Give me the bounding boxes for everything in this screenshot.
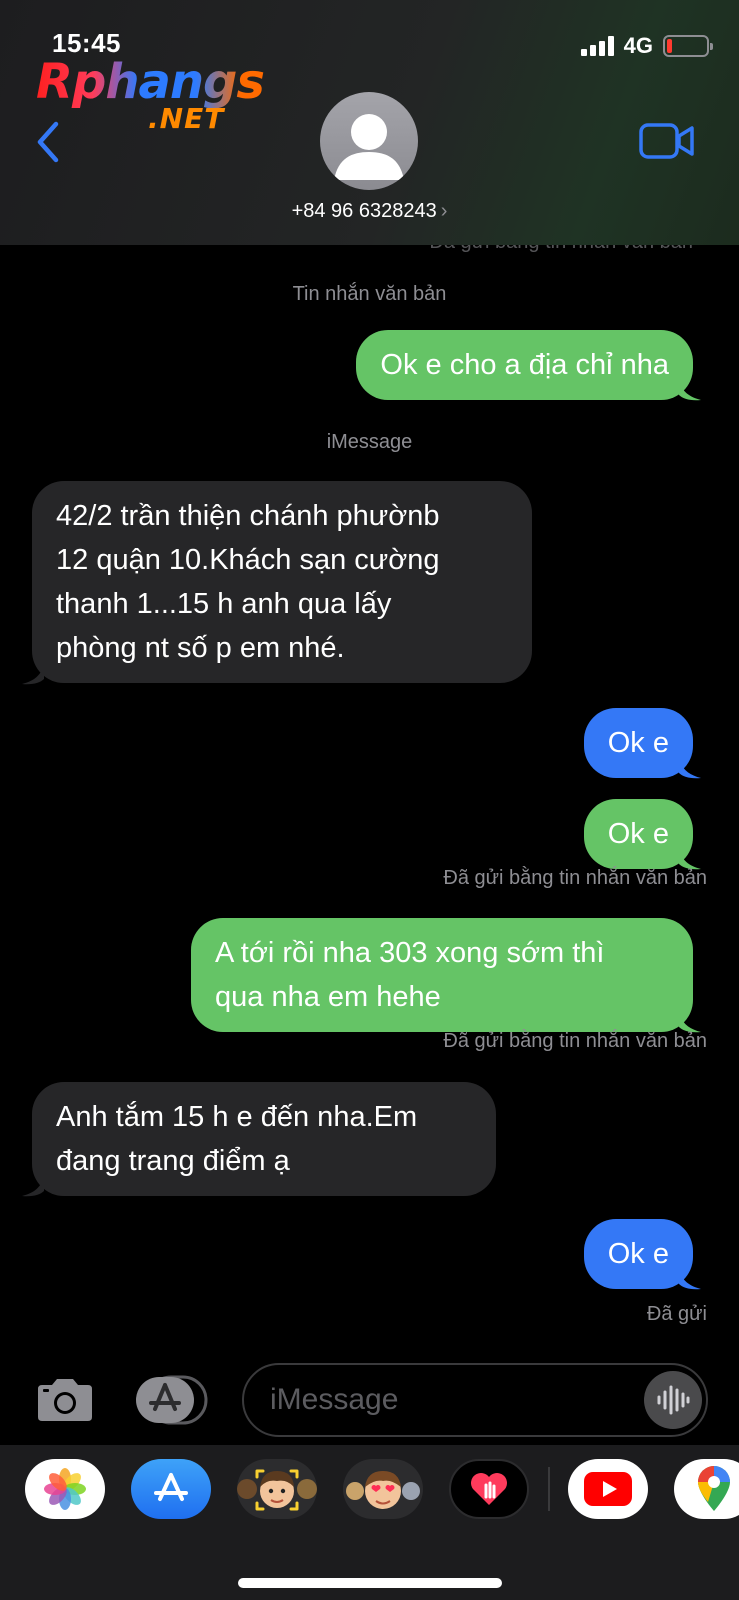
message-bubble-sent[interactable]: Ok e	[583, 708, 693, 778]
home-indicator[interactable]	[238, 1578, 502, 1588]
message-bubble-sent[interactable]: Ok e	[583, 799, 693, 869]
message-line: 42/2 trần thiện chánh phườnb	[56, 500, 440, 532]
facetime-video-icon[interactable]	[639, 122, 695, 160]
bubble-tail	[22, 663, 44, 685]
contact-number: +84 96 6328243	[291, 200, 437, 222]
battery-icon	[663, 35, 713, 57]
message-bubble-sent[interactable]: Ok e	[583, 1219, 693, 1289]
message-line: phòng nt số p em nhé.	[56, 632, 345, 664]
message-line: thanh 1...15 h anh qua lấy	[56, 588, 392, 620]
photos-icon	[44, 1468, 86, 1510]
memoji-app-button[interactable]	[237, 1459, 317, 1519]
youtube-app-button[interactable]	[568, 1459, 648, 1519]
message-thread[interactable]: Đã gửi bằng tin nhắn văn bản Tin nhắn vă…	[0, 231, 739, 1355]
message-line: 12 quận 10.Khách sạn cường	[56, 544, 440, 576]
compose-bar	[0, 1355, 739, 1445]
logo-main-text: Rphangs	[36, 54, 265, 110]
delivery-label: Đã gửi bằng tin nhắn văn bản	[443, 867, 707, 889]
message-bubble-sent[interactable]: A tới rồi nha 303 xong sớm thì qua nha e…	[191, 918, 693, 1032]
app-store-apps-icon[interactable]	[136, 1375, 208, 1425]
message-bubble-received[interactable]: 42/2 trần thiện chánh phườnb 12 quận 10.…	[32, 481, 532, 683]
bubble-tail	[679, 757, 701, 779]
status-indicators: 4G	[580, 33, 713, 59]
audio-message-button[interactable]	[644, 1371, 702, 1429]
person-icon	[334, 114, 404, 180]
message-bubble-sent[interactable]: Ok e cho a địa chỉ nha	[356, 330, 693, 400]
memoji-stickers-icon	[346, 1471, 420, 1509]
message-line: Ok e	[607, 727, 669, 759]
imessage-app-drawer	[0, 1445, 739, 1600]
message-line: Ok e	[607, 1238, 669, 1270]
app-drawer-divider	[548, 1467, 550, 1511]
photos-app-button[interactable]	[25, 1459, 105, 1519]
contact-avatar[interactable]	[320, 92, 418, 190]
digital-touch-icon	[471, 1473, 507, 1505]
message-line: Anh tắm 15 h e đến nha.Em	[56, 1101, 418, 1133]
youtube-icon	[584, 1472, 632, 1506]
network-type: 4G	[623, 33, 653, 58]
service-label-text-message: Tin nhắn văn bản	[292, 283, 447, 305]
message-line: Ok e cho a địa chỉ nha	[380, 349, 669, 381]
message-line: A tới rồi nha 303 xong sớm thì	[215, 937, 605, 969]
delivery-label: Đã gửi bằng tin nhắn văn bản	[443, 1030, 707, 1052]
memoji-stickers-app-button[interactable]	[343, 1459, 423, 1519]
conversation-header: 15:45 4G Rphangs .NET +84 96 6328243 ›	[0, 0, 739, 245]
message-line: đang trang điểm ạ	[56, 1145, 290, 1177]
message-line: qua nha em hehe	[215, 981, 441, 1013]
logo-sub-text: .NET	[148, 102, 225, 135]
cellular-signal-icon	[580, 36, 614, 56]
chevron-right-icon: ›	[440, 200, 448, 222]
bubble-tail	[679, 379, 701, 401]
back-chevron-icon[interactable]	[30, 118, 70, 166]
message-bubble-received[interactable]: Anh tắm 15 h e đến nha.Em đang trang điể…	[32, 1082, 496, 1196]
bubble-tail	[22, 1175, 44, 1197]
watermark-logo: Rphangs .NET	[36, 54, 265, 135]
camera-icon[interactable]	[34, 1377, 96, 1423]
imessage-input[interactable]	[242, 1363, 708, 1437]
bubble-tail	[679, 1268, 701, 1290]
app-store-app-button[interactable]	[131, 1459, 211, 1519]
app-store-icon	[154, 1473, 188, 1501]
message-line: Ok e	[607, 818, 669, 850]
maps-app-button[interactable]	[674, 1459, 739, 1519]
memoji-icon	[237, 1469, 317, 1511]
maps-icon	[698, 1466, 730, 1511]
service-label-imessage: iMessage	[326, 431, 413, 453]
delivery-status-label: Đã gửi	[646, 1303, 707, 1325]
waveform-icon	[657, 1385, 690, 1415]
contact-name[interactable]: +84 96 6328243 ›	[0, 200, 739, 223]
digital-touch-app-button[interactable]	[449, 1459, 529, 1519]
